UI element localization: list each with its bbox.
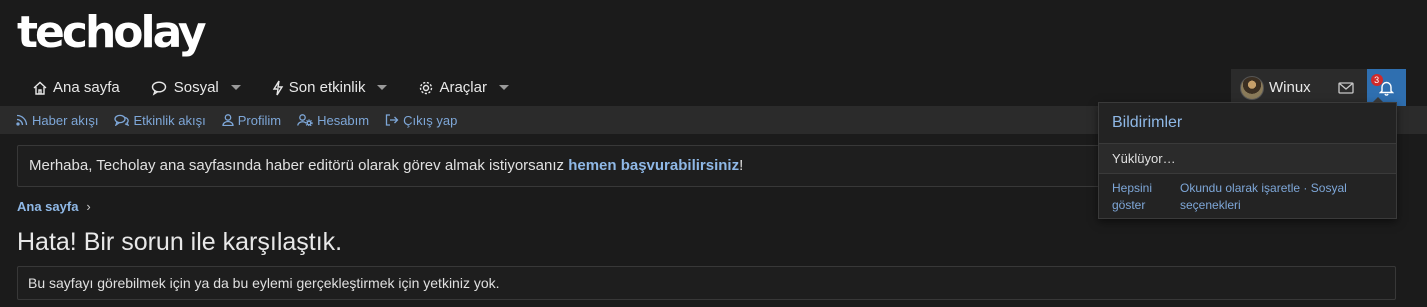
subnav-logout[interactable]: Çıkış yap xyxy=(385,113,457,128)
breadcrumb-home-link[interactable]: Ana sayfa xyxy=(17,199,78,214)
chat-icon xyxy=(151,80,166,96)
link-separator: · xyxy=(1303,181,1308,195)
subnav-profile[interactable]: Profilim xyxy=(222,113,281,128)
notice-suffix: ! xyxy=(739,157,744,174)
rss-icon xyxy=(16,114,28,126)
notification-count-badge: 3 xyxy=(1370,74,1383,86)
mark-read-link[interactable]: Okundu olarak işaretle xyxy=(1180,181,1300,195)
gear-icon xyxy=(420,81,433,94)
home-icon xyxy=(33,81,47,95)
error-message: Bu sayfayı görebilmek için ya da bu eyle… xyxy=(17,266,1396,300)
comments-icon xyxy=(114,114,130,126)
conversations-button[interactable] xyxy=(1324,69,1367,106)
subnav-activity-feed[interactable]: Etkinlik akışı xyxy=(114,112,206,128)
footer-links: Okundu olarak işaretle · Sosyal seçenekl… xyxy=(1180,180,1380,214)
notifications-dropdown: Bildirimler Yüklüyor… Hepsini göster Oku… xyxy=(1098,102,1397,219)
user-icon xyxy=(222,114,234,126)
bolt-icon xyxy=(272,80,284,95)
envelope-icon xyxy=(1338,81,1354,94)
user-account-link[interactable]: Winux xyxy=(1231,69,1325,106)
chevron-down-icon[interactable] xyxy=(230,85,241,90)
nav-tab-tools[interactable]: Araçlar xyxy=(403,70,525,105)
nav-tab-home[interactable]: Ana sayfa xyxy=(17,70,136,105)
subnav-label: Çıkış yap xyxy=(403,112,458,128)
nav-tab-label: Sosyal xyxy=(173,79,219,96)
notifications-loading: Yüklüyor… xyxy=(1099,143,1396,174)
page-title: Hata! Bir sorun ile karşılaştık. xyxy=(17,228,343,256)
sign-out-icon xyxy=(385,114,399,126)
nav-tab-label: Araçlar xyxy=(439,79,487,96)
site-header: techolay Ana sayfa Sosyal Son etkinlik A… xyxy=(0,0,1427,106)
chevron-down-icon[interactable] xyxy=(377,85,388,90)
chevron-down-icon[interactable] xyxy=(498,85,509,90)
breadcrumb: Ana sayfa › xyxy=(17,199,91,214)
show-all-link[interactable]: Hepsini göster xyxy=(1112,180,1162,214)
avatar xyxy=(1240,75,1264,100)
subnav-account[interactable]: Hesabım xyxy=(297,113,369,128)
subnav-label: Etkinlik akışı xyxy=(133,112,206,128)
nav-tab-social[interactable]: Sosyal xyxy=(136,70,257,105)
nav-tab-recent-activity[interactable]: Son etkinlik xyxy=(257,70,404,105)
nav-tab-label: Son etkinlik xyxy=(288,79,366,96)
apply-link[interactable]: hemen başvurabilirsiniz xyxy=(568,157,739,174)
site-logo[interactable]: techolay xyxy=(17,5,207,61)
user-cog-icon xyxy=(297,114,313,126)
main-nav: Ana sayfa Sosyal Son etkinlik Araçlar xyxy=(17,70,525,105)
notifications-menu-title[interactable]: Bildirimler xyxy=(1112,114,1182,132)
subnav-label: Hesabım xyxy=(317,112,370,128)
subnav-label: Haber akışı xyxy=(32,112,99,128)
username: Winux xyxy=(1269,79,1311,96)
chevron-right-icon: › xyxy=(86,199,91,214)
notice-text: Merhaba, Techolay ana sayfasında haber e… xyxy=(29,157,569,174)
nav-tab-label: Ana sayfa xyxy=(53,79,120,96)
subnav-news-feed[interactable]: Haber akışı xyxy=(16,113,98,128)
subnav-label: Profilim xyxy=(237,112,282,128)
